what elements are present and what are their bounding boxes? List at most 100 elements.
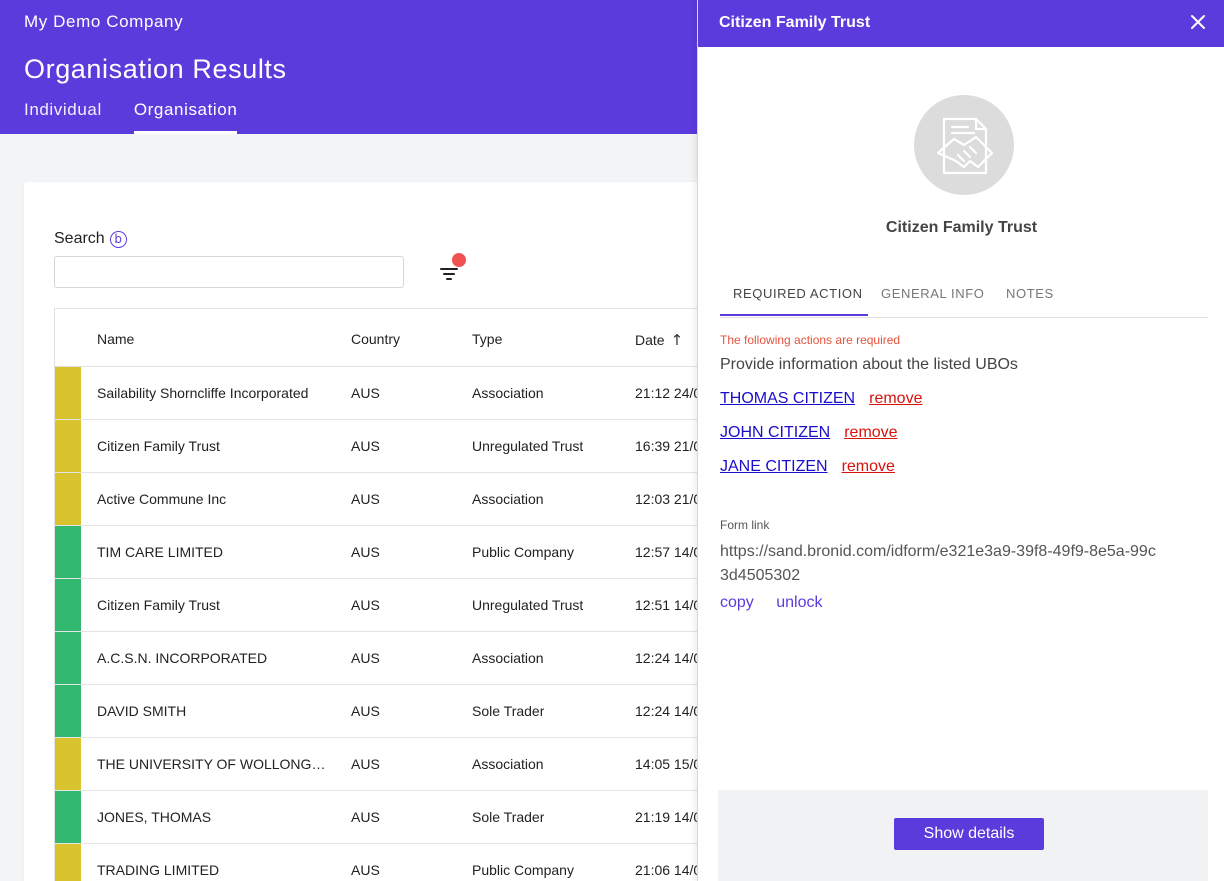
cell-type: Sole Trader bbox=[472, 703, 545, 719]
cell-country: AUS bbox=[351, 491, 380, 507]
cell-type: Unregulated Trust bbox=[472, 438, 584, 454]
results-tabs: Individual Organisation bbox=[24, 96, 269, 134]
cell-name: Citizen Family Trust bbox=[97, 438, 220, 454]
drawer-footer: Show details bbox=[718, 790, 1208, 881]
table-row[interactable]: A.C.S.N. INCORPORATED AUS Association 12:24… bbox=[55, 632, 724, 685]
cell-name: Active Commune Inc bbox=[97, 491, 227, 507]
cell-country: AUS bbox=[351, 862, 380, 878]
status-indicator bbox=[55, 685, 81, 737]
drawer-header: Citizen Family Trust bbox=[698, 0, 1224, 47]
remove-ubo-link[interactable]: remove bbox=[869, 390, 922, 407]
entity-name: Citizen Family Trust bbox=[885, 219, 1038, 236]
table-row[interactable]: DAVID SMITH AUS Sole Trader 12:24 14/0 bbox=[55, 685, 724, 738]
filter-button[interactable] bbox=[436, 253, 466, 284]
sort-ascending-icon: ↑ bbox=[670, 331, 684, 349]
handshake-document-icon bbox=[936, 117, 994, 175]
table-row[interactable]: JONES, THOMAS AUS Sole Trader 21:19 14/0 bbox=[55, 791, 724, 844]
table-row[interactable]: Sailability Shorncliffe Incorporated AUS A… bbox=[55, 367, 724, 420]
tab-individual[interactable]: Individual bbox=[24, 96, 102, 134]
cell-type: Association bbox=[472, 385, 544, 401]
table-row[interactable]: Citizen Family Trust AUS Unregulated Trust… bbox=[55, 420, 724, 473]
form-link-actions: copy unlock bbox=[720, 594, 841, 612]
detail-drawer: Citizen Family Trust Citizen Family Trus… bbox=[697, 0, 1224, 881]
company-name: My Demo Company bbox=[24, 12, 184, 31]
ubo-item: JOHN CITIZEN remove bbox=[720, 424, 898, 442]
form-link-url: https://sand.bronid.com/idform/e321e3a9-… bbox=[720, 543, 1156, 584]
table-row[interactable]: Active Commune Inc AUS Association 12:03 21… bbox=[55, 473, 724, 526]
column-header-country[interactable]: Country bbox=[351, 331, 400, 347]
cell-type: Association bbox=[472, 650, 544, 666]
cell-type: Public Company bbox=[472, 544, 574, 560]
cell-name: Sailability Shorncliffe Incorporated bbox=[97, 385, 309, 401]
cell-name: TIM CARE LIMITED bbox=[97, 544, 224, 560]
cell-name: DAVID SMITH bbox=[97, 703, 187, 719]
cell-country: AUS bbox=[351, 650, 380, 666]
status-indicator bbox=[55, 844, 81, 881]
remove-ubo-link[interactable]: remove bbox=[842, 458, 895, 475]
table-row[interactable]: TRADING LIMITED AUS Public Company 21:06 14… bbox=[55, 844, 724, 881]
show-details-button[interactable]: Show details bbox=[894, 818, 1044, 850]
column-header-date[interactable]: Date ↑ bbox=[635, 331, 683, 349]
tab-notes[interactable]: NOTES bbox=[1006, 286, 1054, 301]
unlock-link[interactable]: unlock bbox=[776, 594, 822, 611]
results-table: Name Country Type Date ↑ Sailability Sho… bbox=[54, 308, 724, 881]
table-row[interactable]: THE UNIVERSITY OF WOLLONGO… AUS Associatio… bbox=[55, 738, 724, 791]
column-header-type[interactable]: Type bbox=[472, 331, 502, 347]
tab-general-info[interactable]: GENERAL INFO bbox=[881, 286, 985, 301]
status-indicator bbox=[55, 791, 81, 843]
results-card: Search b Name Country Type Date ↑ Sailab… bbox=[24, 182, 724, 881]
cell-type: Unregulated Trust bbox=[472, 597, 584, 613]
column-header-date-label: Date bbox=[635, 332, 665, 348]
remove-ubo-link[interactable]: remove bbox=[844, 424, 897, 441]
form-link-label: Form link bbox=[720, 518, 770, 532]
cell-type: Sole Trader bbox=[472, 809, 545, 825]
status-indicator bbox=[55, 420, 81, 472]
ubo-item: JANE CITIZEN remove bbox=[720, 458, 895, 476]
copy-link[interactable]: copy bbox=[720, 594, 754, 611]
filter-active-indicator bbox=[452, 253, 466, 267]
cell-type: Public Company bbox=[472, 862, 574, 878]
cell-type: Association bbox=[472, 491, 544, 507]
status-indicator bbox=[55, 367, 81, 419]
cell-country: AUS bbox=[351, 544, 380, 560]
cell-country: AUS bbox=[351, 809, 380, 825]
active-tab-indicator bbox=[720, 314, 868, 316]
table-row[interactable]: TIM CARE LIMITED AUS Public Company 12:57 1… bbox=[55, 526, 724, 579]
cell-name: TRADING LIMITED bbox=[97, 862, 220, 878]
status-indicator bbox=[55, 526, 81, 578]
ubo-link[interactable]: JOHN CITIZEN bbox=[720, 424, 830, 441]
cell-name: Citizen Family Trust bbox=[97, 597, 220, 613]
status-indicator bbox=[55, 738, 81, 790]
status-indicator bbox=[55, 473, 81, 525]
search-label-text: Search bbox=[54, 230, 105, 247]
drawer-tabs: REQUIRED ACTION GENERAL INFO NOTES bbox=[720, 280, 1208, 318]
search-label: Search b bbox=[54, 230, 127, 248]
cell-country: AUS bbox=[351, 703, 380, 719]
tab-required-action[interactable]: REQUIRED ACTION bbox=[733, 286, 863, 301]
cell-country: AUS bbox=[351, 385, 380, 401]
close-icon[interactable] bbox=[1186, 10, 1210, 34]
entity-avatar bbox=[914, 95, 1014, 195]
cell-country: AUS bbox=[351, 756, 380, 772]
tab-organisation[interactable]: Organisation bbox=[133, 96, 238, 134]
drawer-title: Citizen Family Trust bbox=[719, 14, 871, 31]
page-title: Organisation Results bbox=[24, 54, 287, 84]
cell-name: THE UNIVERSITY OF WOLLONGO… bbox=[97, 756, 327, 772]
cell-name: A.C.S.N. INCORPORATED bbox=[97, 650, 268, 666]
ubo-link[interactable]: JANE CITIZEN bbox=[720, 458, 828, 475]
table-body: Sailability Shorncliffe Incorporated AUS A… bbox=[55, 367, 724, 881]
search-input[interactable] bbox=[54, 256, 404, 288]
ubo-item: THOMAS CITIZEN remove bbox=[720, 390, 922, 408]
column-header-name[interactable]: Name bbox=[97, 331, 134, 347]
table-row[interactable]: Citizen Family Trust AUS Unregulated Trust… bbox=[55, 579, 724, 632]
info-icon[interactable]: b bbox=[109, 230, 127, 248]
table-header: Name Country Type Date ↑ bbox=[55, 309, 724, 367]
cell-type: Association bbox=[472, 756, 544, 772]
required-actions-note: The following actions are required bbox=[720, 333, 901, 347]
ubo-link[interactable]: THOMAS CITIZEN bbox=[720, 390, 855, 407]
cell-country: AUS bbox=[351, 597, 380, 613]
status-indicator bbox=[55, 632, 81, 684]
cell-name: JONES, THOMAS bbox=[97, 809, 212, 825]
status-indicator bbox=[55, 579, 81, 631]
cell-country: AUS bbox=[351, 438, 380, 454]
